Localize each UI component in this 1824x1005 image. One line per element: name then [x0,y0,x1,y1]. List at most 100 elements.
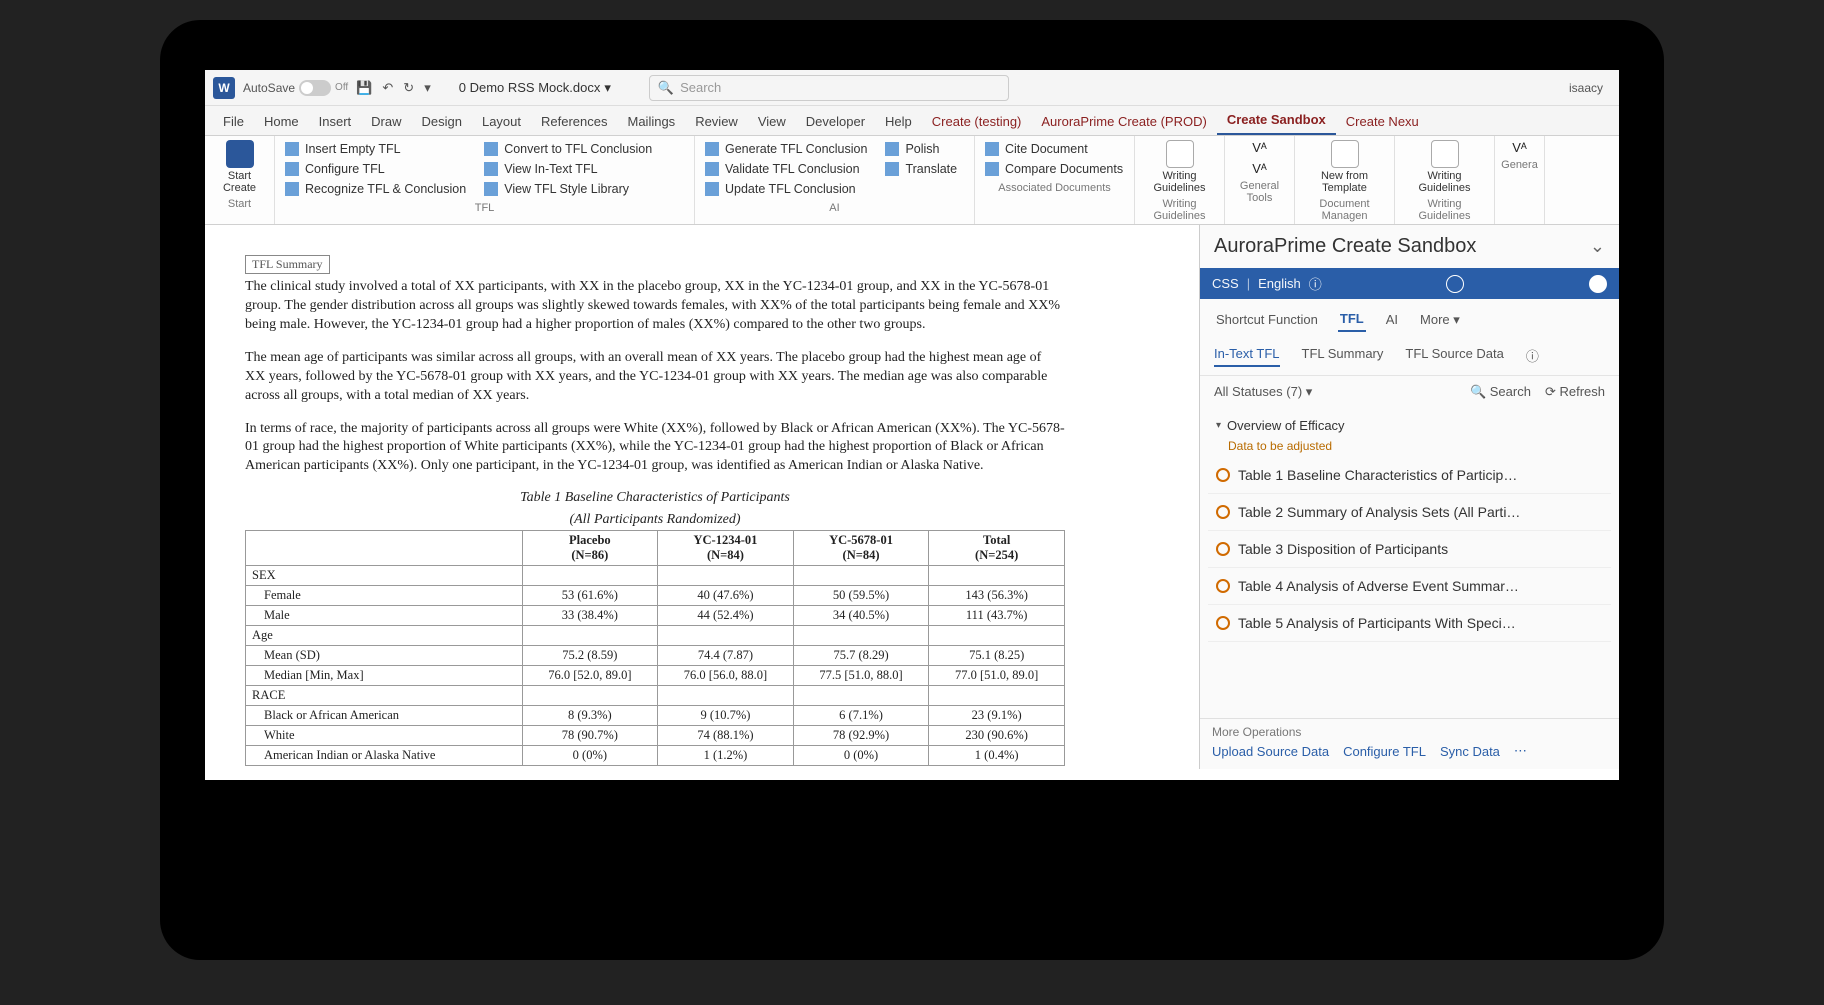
status-filter-dropdown[interactable]: All Statuses (7) ▾ [1214,384,1312,400]
table-row: Age [246,626,1065,646]
section-overview-efficacy[interactable]: Overview of Efficacy [1208,412,1611,439]
document-title[interactable]: 0 Demo RSS Mock.docx ▾ [459,80,611,96]
info-icon[interactable]: ⓘ [1526,346,1539,367]
ribbon-translate[interactable]: Translate [881,160,961,178]
writing-guidelines2-button[interactable]: Writing Guidelines [1401,140,1488,194]
doc-icon [1166,140,1194,168]
ribbon-recognize-tfl-conclusion[interactable]: Recognize TFL & Conclusion [281,180,470,198]
panel-tab-ai[interactable]: AI [1384,308,1400,331]
ribbon-validate-tfl-conclusion[interactable]: Validate TFL Conclusion [701,160,871,178]
panel-tab-tfl[interactable]: TFL [1338,307,1366,332]
footer-link-upload-source-data[interactable]: Upload Source Data [1212,744,1329,759]
settings-gear-icon[interactable] [1446,275,1464,293]
more-operations-label: More Operations [1212,725,1607,739]
autosave-toggle[interactable]: AutoSave Off [243,80,348,96]
menu-tab-file[interactable]: File [213,108,254,135]
ribbon-icon [285,162,299,176]
summary-para-2: The mean age of participants was similar… [245,349,1065,406]
font-icon[interactable]: Vᴬ [1512,140,1527,155]
ribbon-insert-empty-tfl[interactable]: Insert Empty TFL [281,140,470,158]
save-icon[interactable]: 💾 [356,80,372,96]
undo-icon[interactable]: ↶ [382,80,393,96]
table-row: White78 (90.7%)74 (88.1%)78 (92.9%)230 (… [246,726,1065,746]
menu-tab-insert[interactable]: Insert [309,108,362,135]
panel-subtab-in-text-tfl[interactable]: In-Text TFL [1214,346,1280,367]
panel-language-bar: CSS | English ⓘ [1200,268,1619,299]
menu-tab-auroraprime-create-prod-[interactable]: AuroraPrime Create (PROD) [1031,108,1216,135]
redo-icon[interactable]: ↻ [403,80,414,96]
table-header: Placebo(N=86) [522,531,658,566]
tfl-list-item[interactable]: Table 3 Disposition of Participants [1208,531,1611,568]
panel-tab-shortcut-function[interactable]: Shortcut Function [1214,308,1320,331]
menu-tab-layout[interactable]: Layout [472,108,531,135]
ribbon-icon [705,182,719,196]
info-icon[interactable]: ⓘ [1309,274,1322,293]
start-create-button[interactable]: Start Create [211,140,268,194]
footer-link-configure-tfl[interactable]: Configure TFL [1343,744,1426,759]
menu-tab-create-testing-[interactable]: Create (testing) [922,108,1032,135]
menu-tab-create-sandbox[interactable]: Create Sandbox [1217,106,1336,135]
tfl-list-item[interactable]: Table 4 Analysis of Adverse Event Summar… [1208,568,1611,605]
writing-guidelines-button[interactable]: Writing Guidelines [1141,140,1218,194]
menu-tab-mailings[interactable]: Mailings [618,108,686,135]
font-size-up-icon[interactable]: Vᴬ [1252,140,1267,155]
more-icon[interactable]: ⋯ [1514,743,1527,759]
toggle-icon [299,80,331,96]
table-row: Median [Min, Max]76.0 [52.0, 89.0]76.0 [… [246,666,1065,686]
group-label-wg1: Writing Guidelines [1141,196,1218,222]
menu-tab-design[interactable]: Design [412,108,472,135]
ribbon-view-tfl-style-library[interactable]: View TFL Style Library [480,180,656,198]
menu-tab-review[interactable]: Review [685,108,748,135]
menu-tab-home[interactable]: Home [254,108,309,135]
table-caption-line2: (All Participants Randomized) [245,512,1065,528]
summary-para-3: In terms of race, the majority of partic… [245,420,1065,477]
panel-tab-more[interactable]: More ▾ [1418,308,1462,332]
new-from-template-button[interactable]: New from Template [1301,140,1388,194]
user-name[interactable]: isaacy [1569,81,1603,95]
ribbon-configure-tfl[interactable]: Configure TFL [281,160,470,178]
ribbon-update-tfl-conclusion[interactable]: Update TFL Conclusion [701,180,871,198]
ribbon-cite-document[interactable]: Cite Document [981,140,1128,158]
footer-link-sync-data[interactable]: Sync Data [1440,744,1500,759]
ribbon-polish[interactable]: Polish [881,140,961,158]
table-row: RACE [246,686,1065,706]
document-canvas[interactable]: TFL Summary The clinical study involved … [205,225,1199,769]
avatar-icon[interactable] [1589,275,1607,293]
ribbon-icon [985,162,999,176]
ribbon-icon [484,182,498,196]
tfl-list-item[interactable]: Table 1 Baseline Characteristics of Part… [1208,457,1611,494]
table-row: Female53 (61.6%)40 (47.6%)50 (59.5%)143 … [246,586,1065,606]
ribbon-generate-tfl-conclusion[interactable]: Generate TFL Conclusion [701,140,871,158]
ribbon-view-in-text-tfl[interactable]: View In-Text TFL [480,160,656,178]
ribbon-convert-to-tfl-conclusion[interactable]: Convert to TFL Conclusion [480,140,656,158]
titlebar: W AutoSave Off 💾 ↶ ↻ ▾ 0 Demo RSS Mock.d… [205,70,1619,106]
lang-css[interactable]: CSS [1212,276,1239,291]
group-label-tfl: TFL [281,200,688,214]
font-size-down-icon[interactable]: Vᴬ [1252,161,1267,176]
panel-refresh-button[interactable]: ⟳ Refresh [1545,384,1605,400]
ribbon-icon [285,182,299,196]
panel-collapse-icon[interactable]: ⌄ [1590,236,1605,257]
ribbon-compare-documents[interactable]: Compare Documents [981,160,1128,178]
tfl-list-item[interactable]: Table 2 Summary of Analysis Sets (All Pa… [1208,494,1611,531]
menu-tab-draw[interactable]: Draw [361,108,411,135]
panel-subtab-tfl-summary[interactable]: TFL Summary [1302,346,1384,367]
menu-tab-references[interactable]: References [531,108,617,135]
qat-more-icon[interactable]: ▾ [424,80,431,96]
panel-subtab-tfl-source-data[interactable]: TFL Source Data [1405,346,1504,367]
status-dot-icon [1216,616,1230,630]
menu-tab-help[interactable]: Help [875,108,922,135]
menu-tab-create-nexu[interactable]: Create Nexu [1336,108,1429,135]
menu-tab-developer[interactable]: Developer [796,108,875,135]
table-row: Black or African American8 (9.3%)9 (10.7… [246,706,1065,726]
table-header: Total(N=254) [929,531,1065,566]
pen-icon [226,140,254,168]
panel-search-button[interactable]: 🔍 Search [1470,384,1531,400]
search-input[interactable]: 🔍 Search [649,75,1009,101]
table-caption-line1: Table 1 Baseline Characteristics of Part… [245,490,1065,506]
tfl-list-item[interactable]: Table 5 Analysis of Participants With Sp… [1208,605,1611,642]
summary-para-1: The clinical study involved a total of X… [245,278,1065,335]
menu-tab-view[interactable]: View [748,108,796,135]
table-header: YC-5678-01(N=84) [793,531,929,566]
lang-english[interactable]: English [1258,276,1301,291]
